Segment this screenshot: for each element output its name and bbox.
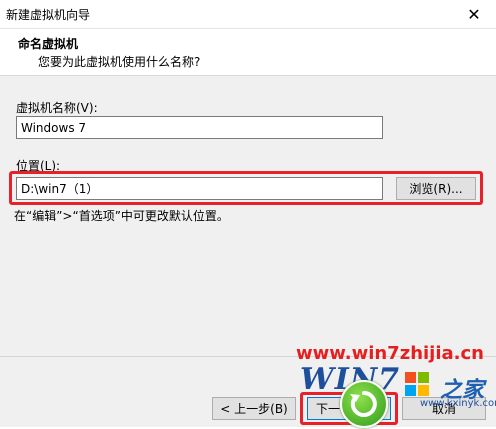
power-icon <box>340 380 388 428</box>
vm-name-label: 虚拟机名称(V): <box>16 101 98 115</box>
watermark-url: www.win7zhijia.cn <box>296 343 484 364</box>
page-subtitle: 您要为此虚拟机使用什么名称? <box>38 55 201 69</box>
windows-flag-icon <box>405 372 429 396</box>
page-title: 命名虚拟机 <box>18 37 79 51</box>
window-title: 新建虚拟机向导 <box>6 8 91 22</box>
watermark-site: www.kxinyk.com <box>420 398 496 409</box>
title-bar: 新建虚拟机向导 ✕ <box>0 0 496 29</box>
location-hint: 在“编辑”>“首选项”中可更改默认位置。 <box>14 209 229 223</box>
back-button[interactable]: < 上一步(B) <box>212 397 296 420</box>
close-icon[interactable]: ✕ <box>452 0 496 28</box>
vm-name-input[interactable]: Windows 7 <box>16 116 383 139</box>
location-highlight-box <box>9 171 483 205</box>
wizard-header: 命名虚拟机 您要为此虚拟机使用什么名称? <box>0 29 496 76</box>
